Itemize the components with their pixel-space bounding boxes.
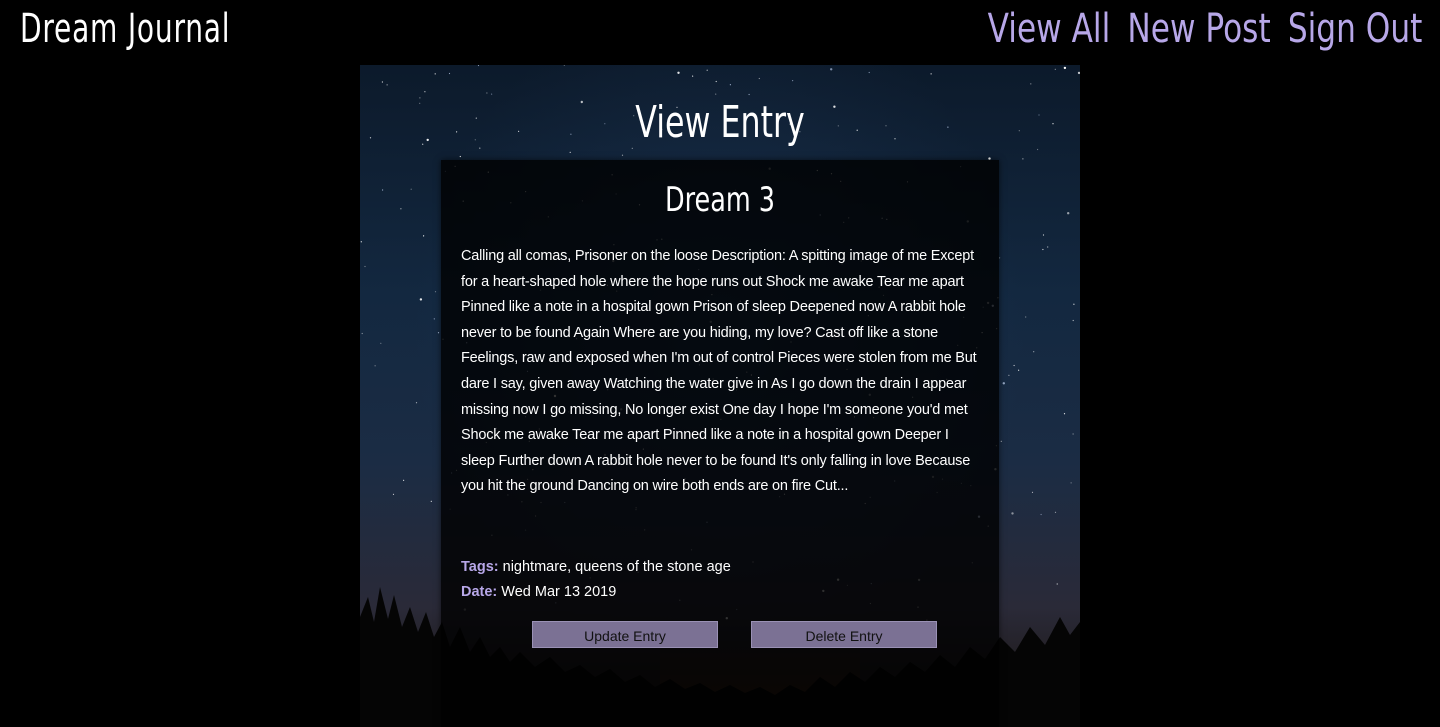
star bbox=[433, 318, 435, 320]
star bbox=[715, 80, 717, 83]
star bbox=[1025, 316, 1027, 318]
star bbox=[930, 73, 932, 75]
star bbox=[1037, 148, 1039, 151]
star bbox=[569, 151, 571, 153]
star bbox=[758, 77, 760, 80]
star bbox=[392, 493, 395, 495]
star bbox=[1047, 246, 1049, 248]
entry-tags: Tags: nightmare, queens of the stone age bbox=[461, 559, 731, 575]
star bbox=[430, 500, 432, 502]
star bbox=[423, 235, 425, 237]
star bbox=[456, 131, 458, 133]
star bbox=[1042, 248, 1044, 251]
star bbox=[1018, 130, 1020, 132]
star bbox=[382, 189, 384, 191]
star bbox=[1013, 364, 1015, 367]
page-title: View Entry bbox=[635, 97, 805, 148]
top-bar: Dream Journal View All New Post Sign Out bbox=[0, 0, 1440, 65]
star bbox=[621, 154, 624, 156]
star bbox=[715, 93, 717, 95]
star bbox=[706, 69, 708, 71]
star bbox=[400, 208, 402, 210]
date-label: Date: bbox=[461, 584, 498, 600]
star bbox=[1011, 512, 1014, 515]
star bbox=[434, 291, 437, 293]
star bbox=[1054, 68, 1056, 70]
date-value: Wed Mar 13 2019 bbox=[501, 584, 617, 600]
star bbox=[419, 298, 423, 301]
star bbox=[374, 365, 376, 367]
star bbox=[1072, 433, 1074, 435]
star bbox=[792, 80, 794, 82]
star bbox=[448, 72, 451, 75]
entry-body-text: Calling all comas, Prisoner on the loose… bbox=[461, 248, 977, 495]
star bbox=[1073, 303, 1075, 305]
star bbox=[692, 75, 694, 77]
star bbox=[426, 138, 429, 142]
star bbox=[1038, 114, 1040, 116]
update-entry-button[interactable]: Update Entry bbox=[532, 621, 718, 648]
star bbox=[1063, 413, 1066, 415]
star bbox=[419, 102, 421, 104]
star bbox=[369, 137, 372, 139]
star bbox=[491, 93, 493, 95]
star bbox=[1030, 83, 1032, 85]
star bbox=[729, 84, 731, 86]
star bbox=[424, 91, 426, 93]
nav-view-all-link[interactable]: View All bbox=[987, 6, 1110, 52]
star bbox=[563, 65, 565, 66]
star bbox=[830, 68, 833, 71]
star bbox=[1042, 234, 1045, 236]
star bbox=[677, 71, 680, 74]
star bbox=[1063, 66, 1067, 70]
star bbox=[1033, 351, 1035, 353]
star bbox=[415, 402, 418, 404]
star bbox=[1031, 491, 1034, 493]
entry-date: Date: Wed Mar 13 2019 bbox=[461, 584, 616, 600]
star bbox=[477, 65, 480, 67]
star bbox=[434, 73, 436, 75]
star bbox=[422, 143, 424, 145]
star bbox=[364, 265, 366, 268]
nav-new-post-link[interactable]: New Post bbox=[1127, 6, 1270, 52]
star bbox=[1008, 374, 1010, 376]
star bbox=[748, 93, 750, 96]
star bbox=[1077, 71, 1080, 75]
star bbox=[381, 81, 383, 83]
star bbox=[459, 155, 461, 158]
star bbox=[999, 257, 1001, 259]
star bbox=[1002, 382, 1005, 385]
star bbox=[1054, 511, 1057, 513]
star bbox=[361, 332, 363, 335]
main-nav: View All New Post Sign Out bbox=[970, 6, 1422, 52]
star bbox=[360, 241, 362, 243]
entry-title: Dream 3 bbox=[664, 180, 776, 220]
star bbox=[419, 97, 421, 99]
star bbox=[1067, 212, 1070, 215]
star bbox=[403, 479, 405, 481]
star bbox=[868, 71, 870, 74]
nav-sign-out-link[interactable]: Sign Out bbox=[1287, 6, 1422, 52]
star bbox=[486, 92, 488, 94]
star bbox=[380, 342, 382, 344]
brand-title[interactable]: Dream Journal bbox=[20, 6, 230, 52]
star bbox=[1070, 482, 1072, 484]
star bbox=[1000, 440, 1002, 442]
star bbox=[386, 84, 388, 86]
tags-label: Tags: bbox=[461, 559, 499, 575]
star bbox=[410, 188, 412, 190]
delete-entry-button[interactable]: Delete Entry bbox=[751, 621, 937, 648]
star bbox=[1072, 319, 1074, 322]
star bbox=[1052, 123, 1054, 125]
star bbox=[1022, 158, 1024, 160]
tags-value: nightmare, queens of the stone age bbox=[502, 559, 731, 575]
star bbox=[437, 332, 440, 334]
star bbox=[1040, 513, 1042, 516]
night-sky-panel: View Entry Dream 3 Calling all comas, Pr… bbox=[360, 65, 1080, 727]
star bbox=[1018, 369, 1020, 371]
